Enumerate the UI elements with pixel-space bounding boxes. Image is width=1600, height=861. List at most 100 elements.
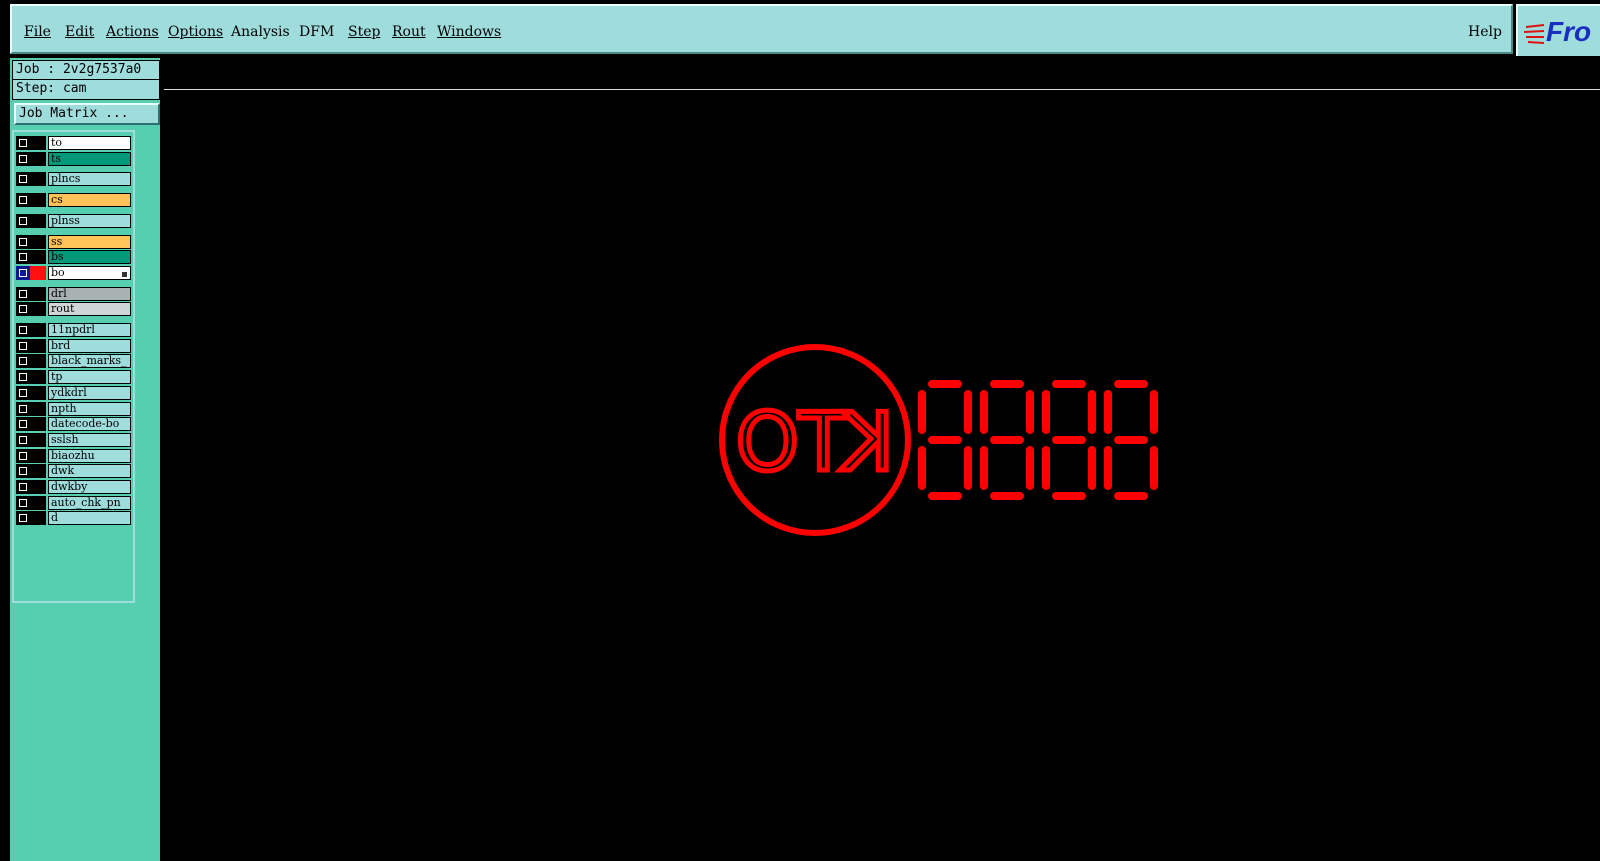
layer-name[interactable]: cs — [48, 193, 131, 208]
layer-row[interactable]: 11npdrl — [16, 323, 133, 337]
layer-color-swatch[interactable] — [30, 213, 46, 228]
layer-color-swatch[interactable] — [30, 480, 46, 494]
layer-color-swatch[interactable] — [30, 302, 46, 317]
layer-checkbox[interactable] — [16, 151, 30, 166]
layer-checkbox[interactable] — [16, 323, 30, 337]
layer-color-swatch[interactable] — [30, 370, 46, 385]
layer-color-swatch[interactable] — [30, 265, 46, 280]
layer-color-swatch[interactable] — [30, 432, 46, 447]
layer-checkbox[interactable] — [16, 302, 30, 317]
layer-name[interactable]: tp — [48, 370, 131, 385]
layer-name[interactable]: dwkby — [48, 480, 131, 494]
layer-color-swatch[interactable] — [30, 136, 46, 150]
menu-edit[interactable]: Edit — [65, 24, 94, 40]
job-matrix-button[interactable]: Job Matrix ... — [14, 103, 160, 125]
layer-checkbox[interactable] — [16, 401, 30, 416]
layer-row[interactable]: datecode-bo — [16, 417, 133, 432]
layer-checkbox[interactable] — [16, 234, 30, 249]
layer-color-swatch[interactable] — [30, 354, 46, 369]
layer-row[interactable]: dwkby — [16, 480, 133, 494]
layer-name[interactable]: ss — [48, 234, 131, 249]
layer-name[interactable]: d — [48, 511, 131, 526]
layer-color-swatch[interactable] — [30, 417, 46, 432]
layer-row[interactable]: biaozhu — [16, 448, 133, 463]
layer-row[interactable]: tp — [16, 370, 133, 385]
layer-color-swatch[interactable] — [30, 151, 46, 166]
layer-checkbox[interactable] — [16, 464, 30, 479]
layer-row[interactable]: d — [16, 511, 133, 526]
layer-name[interactable]: black_marks_ — [48, 354, 131, 369]
menu-rout[interactable]: Rout — [392, 24, 426, 40]
layer-checkbox[interactable] — [16, 172, 30, 187]
layer-color-swatch[interactable] — [30, 193, 46, 208]
layer-color-swatch[interactable] — [30, 234, 46, 249]
layer-row[interactable]: to — [16, 136, 133, 150]
layer-row[interactable]: plnss — [16, 213, 133, 228]
layer-name[interactable]: biaozhu — [48, 448, 131, 463]
menu-file[interactable]: File — [24, 24, 51, 40]
layer-checkbox[interactable] — [16, 354, 30, 369]
layer-name[interactable]: dwk — [48, 464, 131, 479]
layer-checkbox[interactable] — [16, 265, 30, 280]
layer-row[interactable]: ts — [16, 151, 133, 166]
layer-color-swatch[interactable] — [30, 511, 46, 526]
layer-checkbox[interactable] — [16, 511, 30, 526]
layer-row[interactable]: ss — [16, 234, 133, 249]
layer-name[interactable]: bo — [48, 265, 131, 280]
graphic-canvas[interactable]: KTO — [164, 58, 1600, 861]
layer-row[interactable]: npth — [16, 401, 133, 416]
layer-checkbox[interactable] — [16, 338, 30, 353]
layer-row[interactable]: bs — [16, 250, 133, 265]
layer-row[interactable]: auto_chk_pn — [16, 495, 133, 510]
layer-color-swatch[interactable] — [30, 401, 46, 416]
layer-color-swatch[interactable] — [30, 338, 46, 353]
layer-checkbox[interactable] — [16, 495, 30, 510]
layer-name[interactable]: rout — [48, 302, 131, 317]
layer-color-swatch[interactable] — [30, 464, 46, 479]
layer-checkbox[interactable] — [16, 370, 30, 385]
menu-dfm[interactable]: DFM — [299, 24, 334, 40]
layer-row[interactable]: ydkdrl — [16, 385, 133, 400]
menu-actions[interactable]: Actions — [106, 24, 159, 40]
layer-name[interactable]: datecode-bo — [48, 417, 131, 432]
menu-windows[interactable]: Windows — [437, 24, 501, 40]
layer-name[interactable]: 11npdrl — [48, 323, 131, 337]
layer-name[interactable]: brd — [48, 338, 131, 353]
layer-name[interactable]: bs — [48, 250, 131, 265]
layer-color-swatch[interactable] — [30, 250, 46, 265]
layer-name[interactable]: plncs — [48, 172, 131, 187]
layer-color-swatch[interactable] — [30, 286, 46, 301]
layer-checkbox[interactable] — [16, 250, 30, 265]
layer-color-swatch[interactable] — [30, 448, 46, 463]
layer-checkbox[interactable] — [16, 136, 30, 150]
menu-options[interactable]: Options — [168, 24, 223, 40]
layer-name[interactable]: ydkdrl — [48, 385, 131, 400]
layer-checkbox[interactable] — [16, 432, 30, 447]
layer-checkbox[interactable] — [16, 193, 30, 208]
layer-row[interactable]: plncs — [16, 172, 133, 187]
layer-name[interactable]: ts — [48, 151, 131, 166]
layer-row[interactable]: dwk — [16, 464, 133, 479]
layer-row[interactable]: drl — [16, 286, 133, 301]
layer-row[interactable]: brd — [16, 338, 133, 353]
layer-checkbox[interactable] — [16, 417, 30, 432]
layer-checkbox[interactable] — [16, 480, 30, 494]
layer-row[interactable]: bo — [16, 265, 133, 280]
menu-step[interactable]: Step — [348, 24, 380, 40]
layer-color-swatch[interactable] — [30, 172, 46, 187]
layer-name[interactable]: drl — [48, 286, 131, 301]
layer-name[interactable]: sslsh — [48, 432, 131, 447]
layer-checkbox[interactable] — [16, 213, 30, 228]
layer-checkbox[interactable] — [16, 385, 30, 400]
layer-name[interactable]: npth — [48, 401, 131, 416]
layer-color-swatch[interactable] — [30, 323, 46, 337]
menu-help[interactable]: Help — [1468, 24, 1502, 40]
layer-row[interactable]: black_marks_ — [16, 354, 133, 369]
layer-name[interactable]: plnss — [48, 213, 131, 228]
layer-color-swatch[interactable] — [30, 385, 46, 400]
menu-analysis[interactable]: Analysis — [231, 24, 290, 40]
layer-row[interactable]: rout — [16, 302, 133, 317]
layer-checkbox[interactable] — [16, 448, 30, 463]
layer-name[interactable]: auto_chk_pn — [48, 495, 131, 510]
layer-row[interactable]: cs — [16, 193, 133, 208]
